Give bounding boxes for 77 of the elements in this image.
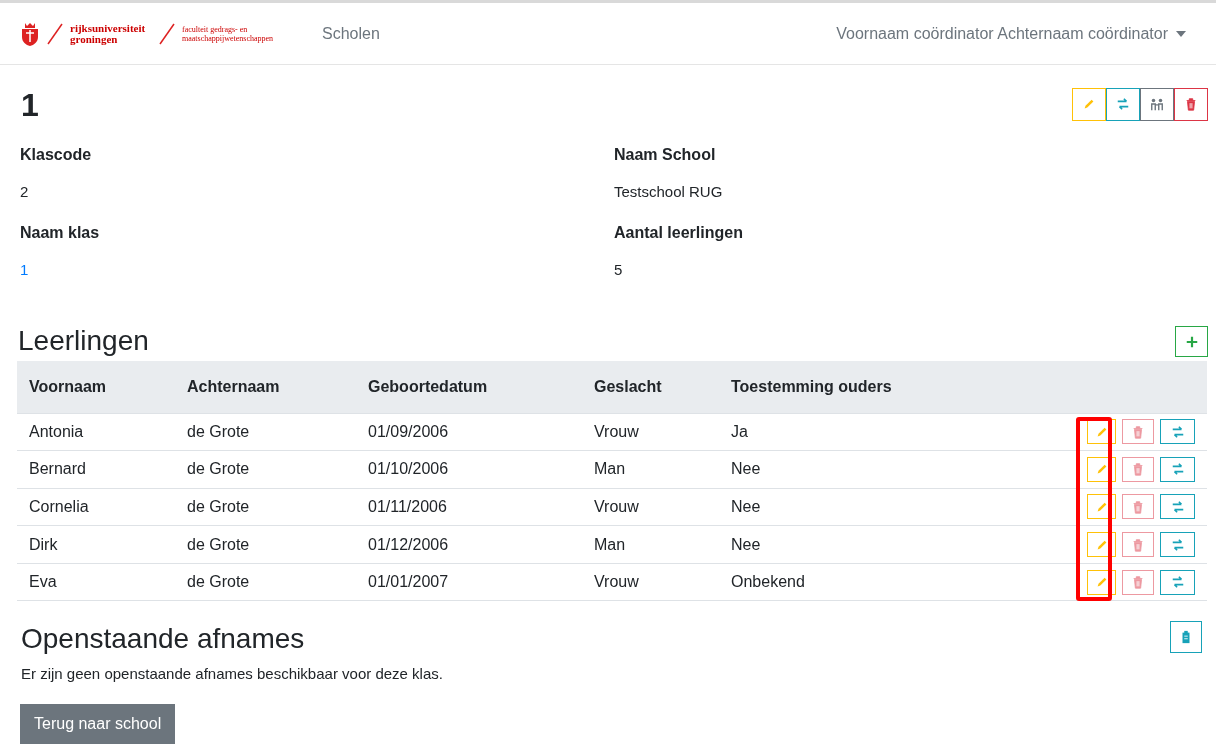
faculty-name: faculteit gedrags- en maatschappijwetenschappen bbox=[182, 24, 275, 43]
trash-icon bbox=[1131, 575, 1145, 590]
section-title: Leerlingen bbox=[18, 325, 149, 357]
plus-icon bbox=[1184, 334, 1199, 349]
table-cell: Eva bbox=[17, 563, 175, 601]
table-cell: de Grote bbox=[175, 413, 356, 451]
add-button[interactable] bbox=[1175, 326, 1208, 357]
table-cell: Bernard bbox=[17, 450, 175, 489]
transfer-button[interactable] bbox=[1160, 419, 1195, 445]
field-label: Naam School bbox=[614, 145, 717, 165]
table-cell: Vrouw bbox=[582, 488, 719, 526]
back-button[interactable]: Terug naar school bbox=[20, 703, 176, 744]
table-cell: Dirk bbox=[17, 525, 175, 564]
pencil-icon bbox=[1082, 97, 1096, 111]
table-cell: Ja bbox=[719, 413, 1009, 451]
arrows-icon bbox=[1170, 537, 1185, 552]
table-cell: Cornelia bbox=[17, 488, 175, 526]
slash-icon bbox=[158, 22, 176, 45]
table-cell: Vrouw bbox=[582, 563, 719, 601]
group-button[interactable] bbox=[1140, 87, 1174, 121]
table-cell: 01/10/2006 bbox=[356, 450, 582, 489]
arrows-icon bbox=[1116, 97, 1130, 111]
edit-button[interactable] bbox=[1072, 87, 1106, 121]
table-cell: Nee bbox=[719, 488, 1009, 526]
trash-icon bbox=[1131, 537, 1145, 552]
transfer-button[interactable] bbox=[1160, 532, 1195, 558]
field-label: Aantal leerlingen bbox=[614, 223, 744, 243]
table-cell: Man bbox=[582, 525, 719, 564]
arrows-icon bbox=[1170, 575, 1185, 590]
column-header: Geboortedatum bbox=[356, 361, 582, 413]
trash-icon bbox=[1184, 97, 1198, 111]
column-header: Toestemming ouders bbox=[719, 361, 1009, 413]
crest-icon bbox=[20, 20, 40, 47]
table-cell: Nee bbox=[719, 525, 1009, 564]
trash-icon bbox=[1131, 424, 1145, 439]
transfer-button[interactable] bbox=[1160, 456, 1195, 482]
table-cell: 01/12/2006 bbox=[356, 525, 582, 564]
arrows-icon bbox=[1170, 500, 1185, 514]
trash-icon bbox=[1131, 462, 1145, 477]
table-cell: Vrouw bbox=[582, 413, 719, 451]
column-header: Voornaam bbox=[17, 361, 175, 413]
delete-button[interactable] bbox=[1174, 87, 1208, 121]
table-cell: Man bbox=[582, 450, 719, 489]
arrows-icon bbox=[1170, 424, 1185, 439]
field-link[interactable]: 1 bbox=[20, 259, 614, 282]
table-cell: de Grote bbox=[175, 450, 356, 489]
table-cell: 01/01/2007 bbox=[356, 563, 582, 601]
arrows-icon bbox=[1170, 462, 1185, 477]
university-name: rijksuniversiteit groningen bbox=[70, 22, 147, 45]
field-value: 5 bbox=[614, 260, 624, 280]
table-cell: Nee bbox=[719, 450, 1009, 489]
caret-icon bbox=[1176, 30, 1186, 37]
people-icon bbox=[1150, 97, 1164, 111]
table-cell: Antonia bbox=[17, 413, 175, 451]
empty-message: Er zijn geen openstaande afnames beschikbaar voor deze klas. bbox=[20, 664, 444, 685]
transfer-button[interactable] bbox=[1160, 494, 1195, 520]
transfer-button[interactable] bbox=[1106, 87, 1140, 121]
transfer-button[interactable] bbox=[1160, 569, 1195, 595]
nav-link[interactable]: Scholen bbox=[322, 21, 380, 46]
section-title: Openstaande afnames bbox=[20, 622, 305, 657]
table-cell: Onbekend bbox=[719, 563, 1009, 601]
table-cell: 01/11/2006 bbox=[356, 488, 582, 526]
column-header: Achternaam bbox=[175, 361, 356, 413]
table-cell: de Grote bbox=[175, 488, 356, 526]
class-title: 1 bbox=[20, 86, 39, 125]
field-label: Klascode bbox=[20, 145, 93, 165]
user-menu[interactable]: Voornaam coördinator Achternaam coördinator bbox=[836, 21, 1196, 46]
table-cell: de Grote bbox=[175, 563, 356, 601]
field-label: Naam klas bbox=[20, 223, 101, 243]
trash-icon bbox=[1131, 500, 1145, 514]
clipboard-button[interactable] bbox=[1170, 621, 1202, 654]
field-value: Testschool RUG bbox=[614, 182, 724, 202]
table-cell: de Grote bbox=[175, 525, 356, 564]
slash-icon bbox=[46, 22, 64, 45]
column-header: Geslacht bbox=[582, 361, 719, 413]
field-value: 2 bbox=[20, 182, 30, 202]
table-cell: 01/09/2006 bbox=[356, 413, 582, 451]
